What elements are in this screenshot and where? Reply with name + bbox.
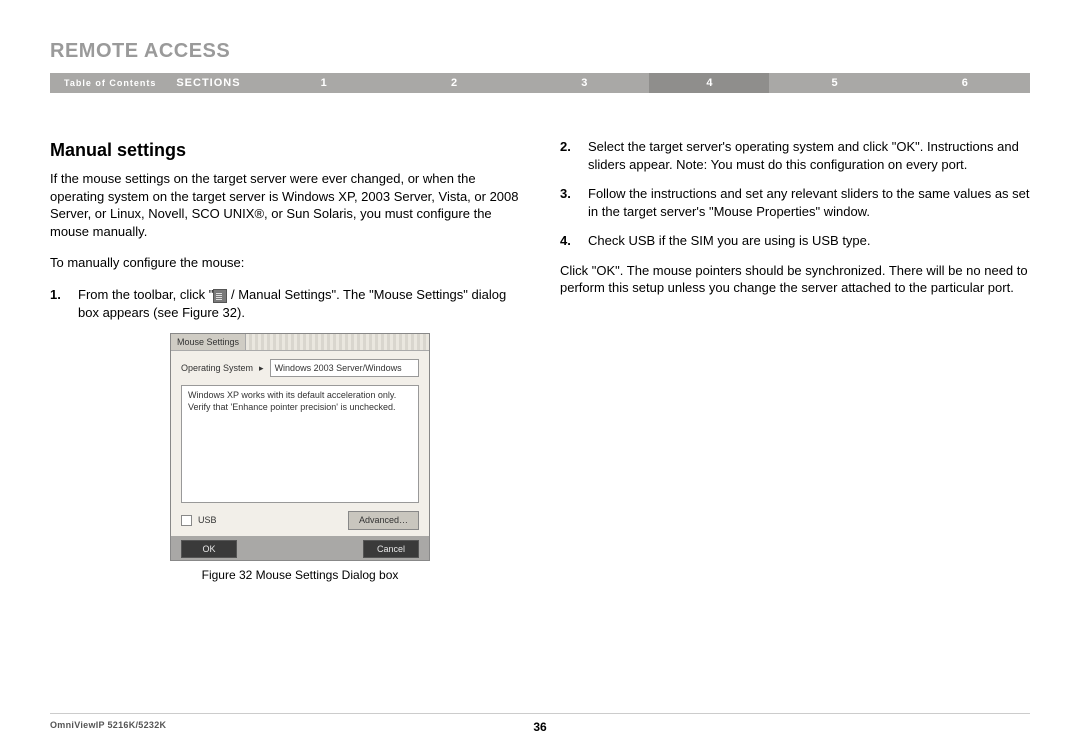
step-4-number: 4. — [560, 232, 588, 250]
lead-paragraph: To manually configure the mouse: — [50, 254, 520, 272]
dialog-titlebar: Mouse Settings — [171, 334, 429, 351]
ok-button[interactable]: OK — [181, 540, 237, 558]
step-1-text: From the toolbar, click " / Manual Setti… — [78, 286, 520, 321]
cancel-button[interactable]: Cancel — [363, 540, 419, 558]
step-4: 4. Check USB if the SIM you are using is… — [560, 232, 1030, 250]
os-dropdown-value: Windows 2003 Server/Windows — [275, 362, 402, 374]
intro-paragraph: If the mouse settings on the target serv… — [50, 170, 520, 240]
usb-label: USB — [198, 514, 217, 526]
nav-item-6[interactable]: 6 — [900, 77, 1030, 89]
step-4-text: Check USB if the SIM you are using is US… — [588, 232, 1030, 250]
os-arrow-icon: ▸ — [259, 362, 264, 374]
os-dropdown[interactable]: Windows 2003 Server/Windows — [270, 359, 419, 377]
nav-item-3[interactable]: 3 — [519, 77, 649, 89]
nav-item-1[interactable]: 1 — [259, 77, 389, 89]
page-header-title: REMOTE ACCESS — [50, 40, 1030, 63]
step-3-number: 3. — [560, 185, 588, 220]
nav-sections-label: SECTIONS — [170, 77, 258, 89]
step-2: 2. Select the target server's operating … — [560, 138, 1030, 173]
dialog-message: Windows XP works with its default accele… — [181, 385, 419, 503]
step-1: 1. From the toolbar, click " / Manual Se… — [50, 286, 520, 321]
step-1-pre: From the toolbar, click " — [78, 287, 213, 302]
nav-item-5[interactable]: 5 — [769, 77, 899, 89]
nav-toc[interactable]: Table of Contents — [50, 78, 170, 88]
dialog-title: Mouse Settings — [171, 334, 246, 350]
step-2-text: Select the target server's operating sys… — [588, 138, 1030, 173]
advanced-button[interactable]: Advanced… — [348, 511, 419, 529]
step-3: 3. Follow the instructions and set any r… — [560, 185, 1030, 220]
step-3-text: Follow the instructions and set any rele… — [588, 185, 1030, 220]
footer-product: OmniViewIP 5216K/5232K — [50, 720, 166, 730]
section-nav: Table of Contents SECTIONS 1 2 3 4 5 6 — [50, 73, 1030, 93]
step-2-number: 2. — [560, 138, 588, 173]
os-label: Operating System — [181, 362, 253, 374]
footer-page-number: 36 — [533, 720, 546, 734]
nav-item-4[interactable]: 4 — [649, 73, 769, 93]
section-subtitle: Manual settings — [50, 138, 520, 162]
figure-caption: Figure 32 Mouse Settings Dialog box — [170, 567, 430, 583]
mouse-settings-icon — [213, 289, 227, 303]
mouse-settings-dialog: Mouse Settings Operating System ▸ Window… — [170, 333, 430, 561]
closing-paragraph: Click "OK". The mouse pointers should be… — [560, 262, 1030, 297]
usb-checkbox[interactable] — [181, 515, 192, 526]
nav-item-2[interactable]: 2 — [389, 77, 519, 89]
page-footer: OmniViewIP 5216K/5232K 36 — [50, 713, 1030, 730]
step-1-number: 1. — [50, 286, 78, 321]
